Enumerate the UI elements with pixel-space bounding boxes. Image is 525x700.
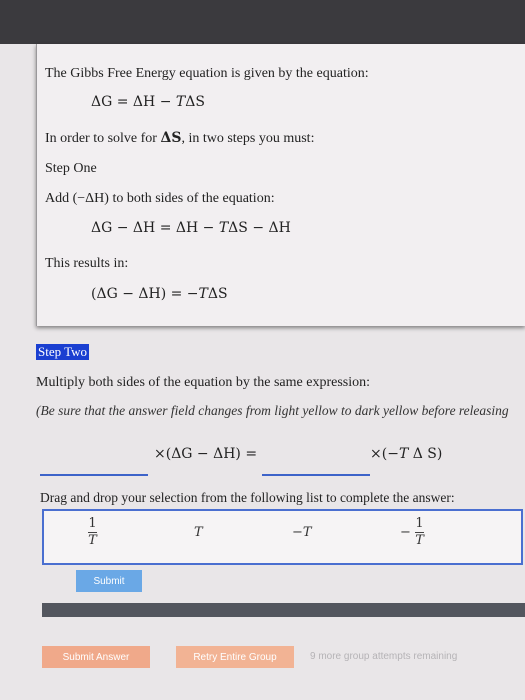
attempts-remaining-text: 9 more group attempts remaining (310, 651, 458, 662)
previous-step-panel: The Gibbs Free Energy equation is given … (36, 44, 525, 326)
right-expression: ×(−T Δ S) (370, 446, 443, 462)
left-expression: ×(ΔG − ΔH) = (154, 446, 258, 462)
result-equation: (ΔG − ΔH) = −TΔS (91, 286, 228, 302)
step-two-label: Step Two (36, 344, 90, 360)
retry-group-button[interactable]: Retry Entire Group (176, 646, 294, 668)
left-answer-field[interactable] (40, 474, 148, 476)
option-t[interactable]: T (194, 525, 203, 540)
results-label: This results in: (45, 256, 129, 271)
step-one-label: Step One (45, 161, 97, 176)
top-header-bar (0, 0, 525, 44)
drag-instruction: Drag and drop your selection from the fo… (40, 490, 455, 505)
option-negative-t[interactable]: −T (292, 525, 312, 540)
option-negative-one-over-t[interactable]: − 1 T (400, 517, 425, 548)
gibbs-intro-text: The Gibbs Free Energy equation is given … (45, 66, 369, 81)
solve-instruction: In order to solve for ΔS, in two steps y… (45, 130, 315, 146)
submit-button[interactable]: Submit (76, 570, 142, 592)
option-one-over-t[interactable]: 1 T (88, 517, 97, 548)
add-instruction: Add (−ΔH) to both sides of the equation: (45, 191, 275, 206)
added-equation: ΔG − ΔH = ΔH − TΔS − ΔH (91, 220, 291, 236)
right-answer-field[interactable] (262, 474, 370, 476)
answer-options-box: 1 T T −T − 1 T (42, 509, 523, 565)
submit-answer-button[interactable]: Submit Answer (42, 646, 150, 668)
gibbs-equation: ΔG = ΔH − TΔS (91, 94, 205, 110)
section-divider-bar (42, 603, 525, 617)
multiply-instruction: Multiply both sides of the equation by t… (36, 375, 371, 390)
hint-text: (Be sure that the answer field changes f… (36, 403, 509, 418)
